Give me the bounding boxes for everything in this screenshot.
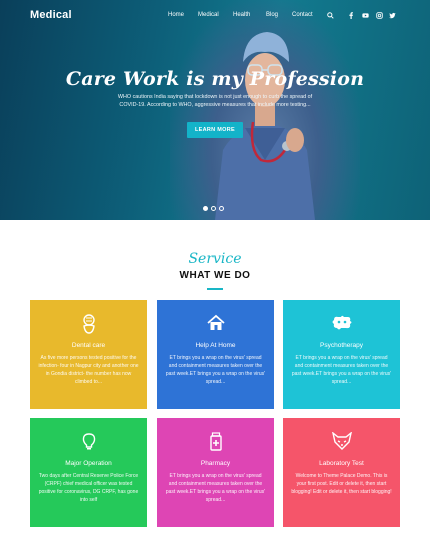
card-title: Laboratory Test bbox=[319, 460, 364, 467]
service-script-title: Service bbox=[188, 251, 242, 267]
hero-doctor-image bbox=[215, 32, 315, 220]
slider-dot-3[interactable] bbox=[219, 206, 224, 211]
card-description: Two days after Central Reserve Police Fo… bbox=[38, 473, 139, 503]
service-card-major-operation[interactable]: Major Operation Two days after Central R… bbox=[30, 418, 147, 527]
tooth-icon bbox=[82, 314, 95, 334]
learn-more-button[interactable]: LEARN MORE bbox=[187, 122, 243, 138]
card-title: Dental care bbox=[71, 342, 106, 349]
card-description: ET brings you a wrap on the virus' sprea… bbox=[291, 355, 392, 385]
service-card-laboratory-test[interactable]: Laboratory Test Welcome to Theme Palace … bbox=[283, 418, 400, 527]
service-card-pharmacy[interactable]: Pharmacy ET brings you a wrap on the vir… bbox=[157, 418, 274, 527]
youtube-icon[interactable] bbox=[362, 12, 369, 19]
card-description: As five more persons tested positive for… bbox=[38, 355, 139, 385]
nav-item-blog[interactable]: Blog bbox=[266, 12, 278, 18]
card-title: Major Operation bbox=[65, 460, 112, 467]
card-title: Help At Home bbox=[195, 342, 236, 349]
service-card-dental[interactable]: Dental care As five more persons tested … bbox=[30, 300, 147, 409]
nav-item-medical[interactable]: Medical bbox=[198, 12, 219, 18]
fox-icon bbox=[331, 432, 352, 450]
hero-description: WHO cautions India saying that lockdown … bbox=[117, 94, 313, 108]
card-description: Welcome to Theme Palace Demo. This is yo… bbox=[291, 473, 392, 495]
slider-dots bbox=[203, 206, 224, 211]
slider-dot-1[interactable] bbox=[203, 206, 208, 211]
twitter-icon[interactable] bbox=[389, 12, 396, 19]
card-description: ET brings you a wrap on the virus' sprea… bbox=[165, 473, 266, 503]
service-heading: WHAT WE DO bbox=[179, 270, 251, 281]
home-icon bbox=[206, 314, 225, 330]
hero-title: Care Work is my Profession bbox=[65, 68, 365, 90]
hero-banner: Medical Home Medical Health Blog Contact… bbox=[0, 0, 430, 220]
card-description: ET brings you a wrap on the virus' sprea… bbox=[165, 355, 266, 385]
heading-divider bbox=[207, 288, 223, 290]
puzzle-icon bbox=[332, 315, 351, 330]
service-card-help-at-home[interactable]: Help At Home ET brings you a wrap on the… bbox=[157, 300, 274, 409]
search-icon[interactable] bbox=[327, 12, 334, 19]
facebook-icon[interactable] bbox=[348, 12, 354, 19]
nav-item-health[interactable]: Health bbox=[233, 12, 250, 18]
site-logo[interactable]: Medical bbox=[30, 9, 72, 21]
top-navigation: Medical Home Medical Health Blog Contact bbox=[0, 0, 430, 32]
instagram-icon[interactable] bbox=[376, 12, 383, 19]
slider-dot-2[interactable] bbox=[211, 206, 216, 211]
pharmacy-icon bbox=[209, 432, 222, 451]
service-card-psychotherapy[interactable]: Psychotherapy ET brings you a wrap on th… bbox=[283, 300, 400, 409]
lightbulb-icon bbox=[82, 433, 95, 450]
card-title: Pharmacy bbox=[200, 460, 231, 467]
nav-item-home[interactable]: Home bbox=[168, 12, 184, 18]
card-title: Psychotherapy bbox=[320, 342, 363, 349]
nav-item-contact[interactable]: Contact bbox=[292, 12, 313, 18]
